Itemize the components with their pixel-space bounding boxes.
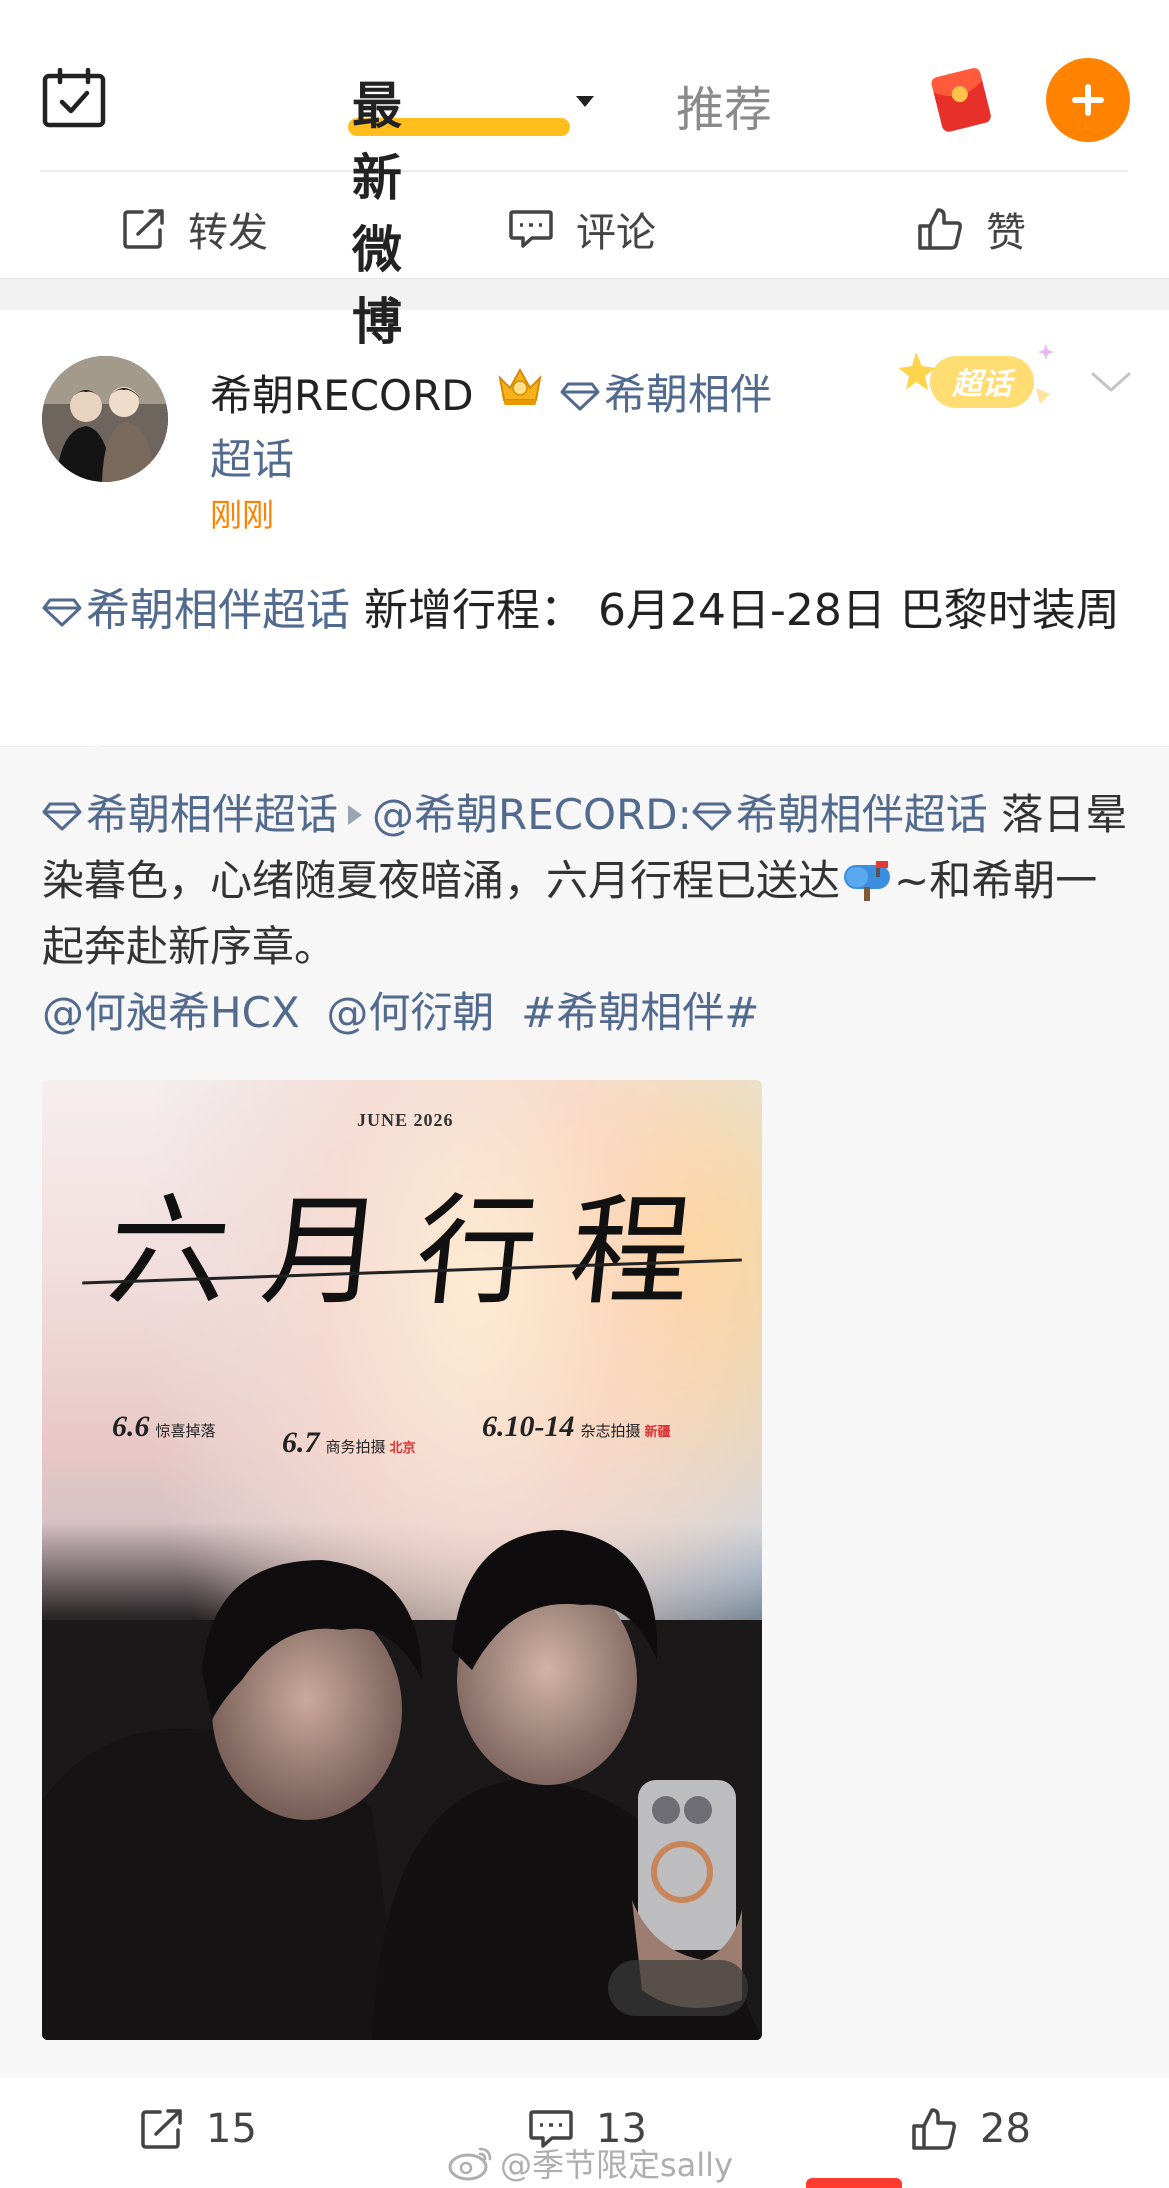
repost-label: 转发 [188,210,268,256]
schedule-item: 6.6 惊喜掉落 [112,1410,216,1444]
username[interactable]: 希朝RECORD [210,362,474,423]
repost-icon [141,2109,182,2149]
repost-icon [123,209,164,249]
crown-badge-icon [498,367,542,405]
weibo-logo-icon [448,2147,492,2181]
post-topic-link[interactable]: 希朝相伴超话 [42,585,350,636]
super-topic-badge[interactable]: 超话 [890,338,1070,418]
tab-recommend[interactable]: 推荐 [676,70,772,140]
badge-label: 超话 [951,367,1016,402]
like-label: 赞 [986,210,1026,256]
post-image[interactable]: JUNE 2026 六月行程 6.6 惊喜掉落 6.7 商务拍摄 北京 6.10-14… [42,1080,762,2040]
mention-record[interactable]: @希朝RECORD: [372,790,692,839]
mention-heyanchao[interactable]: @何衍朝 [326,988,494,1037]
schedule-item: 6.7 商务拍摄 北京 [282,1426,416,1460]
diamond-icon [42,598,82,627]
schedule-location: 北京 [389,1440,416,1455]
mention-hcx[interactable]: @何昶希HCX [42,988,300,1037]
feed-separator [0,278,1169,310]
repost-count: 15 [206,2106,257,2152]
thumbs-up-icon [918,208,962,250]
post-topic-text: 希朝相伴超话 [86,585,350,636]
watermark-text: @季节限定sally [500,2146,734,2184]
image-indicator [608,1960,748,2016]
thumbs-up-icon [912,2108,956,2150]
poster-month: JUNE 2026 [357,1110,454,1130]
schedule-desc: 杂志拍摄 [580,1424,641,1440]
post-time: 刚刚 [210,496,275,534]
like-button[interactable]: 赞 [916,200,1026,258]
retweet-notch [76,744,120,766]
top-header: 最新微博 推荐 [0,0,1169,351]
mailbox-emoji-icon [844,861,891,901]
arrow-right-icon [348,805,363,825]
retweet-topic-link[interactable]: 希朝相伴超话 [42,790,338,839]
avatar-image [42,356,168,482]
retweet-topic-text: 希朝相伴超话 [86,790,339,839]
repost-button[interactable]: 15 [140,2106,257,2152]
comment-icon [509,210,553,248]
retweet-content: 希朝相伴超话 @希朝RECORD: 希朝相伴超话 落日晕染暮色，心绪随夏夜暗涌，六月… [42,782,1132,1046]
watermark: @季节限定sally [448,2140,733,2186]
schedule-desc: 惊喜掉落 [155,1424,216,1440]
retweet-topic-text-2: 希朝相伴超话 [735,790,988,839]
schedule-date: 6.10-14 [482,1410,575,1443]
like-button[interactable]: 28 [910,2106,1031,2152]
supertopic-name: 希朝相伴 [604,370,773,419]
schedule-date: 6.7 [282,1426,320,1459]
tab-latest-weibo[interactable]: 最新微博 [352,66,403,354]
calendar-check-icon[interactable] [42,68,106,128]
schedule-location: 新疆 [644,1424,671,1439]
repost-button[interactable]: 转发 [122,200,268,258]
red-packet-icon[interactable] [924,64,998,134]
post-content: 希朝相伴超话 新增行程： 6月24日-28日 巴黎时装周 [42,576,1132,646]
like-count: 28 [980,2106,1031,2152]
poster-title: 六月行程 [101,1183,733,1322]
supertopic-name-cont[interactable]: 超话 [210,426,294,487]
avatar[interactable] [42,356,168,482]
previous-post-action-bar: 转发 评论 赞 [0,172,1169,278]
comment-label: 评论 [576,210,656,256]
poster-photo [42,1530,762,2040]
retweet-topic-link-2[interactable]: 希朝相伴超话 [692,790,988,839]
diamond-icon [692,802,732,831]
hashtag-link[interactable]: #希朝相伴# [521,988,759,1037]
dropdown-caret-icon[interactable] [576,96,594,107]
divider [0,746,1169,747]
post-body-text: 新增行程： 6月24日-28日 巴黎时装周 [350,585,1120,636]
schedule-date: 6.6 [112,1410,150,1443]
add-post-button[interactable] [1046,58,1130,142]
supertopic-link[interactable]: 希朝相伴 [560,362,800,428]
comment-button[interactable]: 评论 [508,200,656,258]
schedule-item: 6.10-14 杂志拍摄 新疆 [482,1410,671,1444]
diamond-icon [560,382,600,411]
chevron-down-icon[interactable] [1090,370,1132,394]
schedule-desc: 商务拍摄 [325,1440,386,1456]
next-item-indicator [806,2178,902,2188]
diamond-icon [42,802,82,831]
